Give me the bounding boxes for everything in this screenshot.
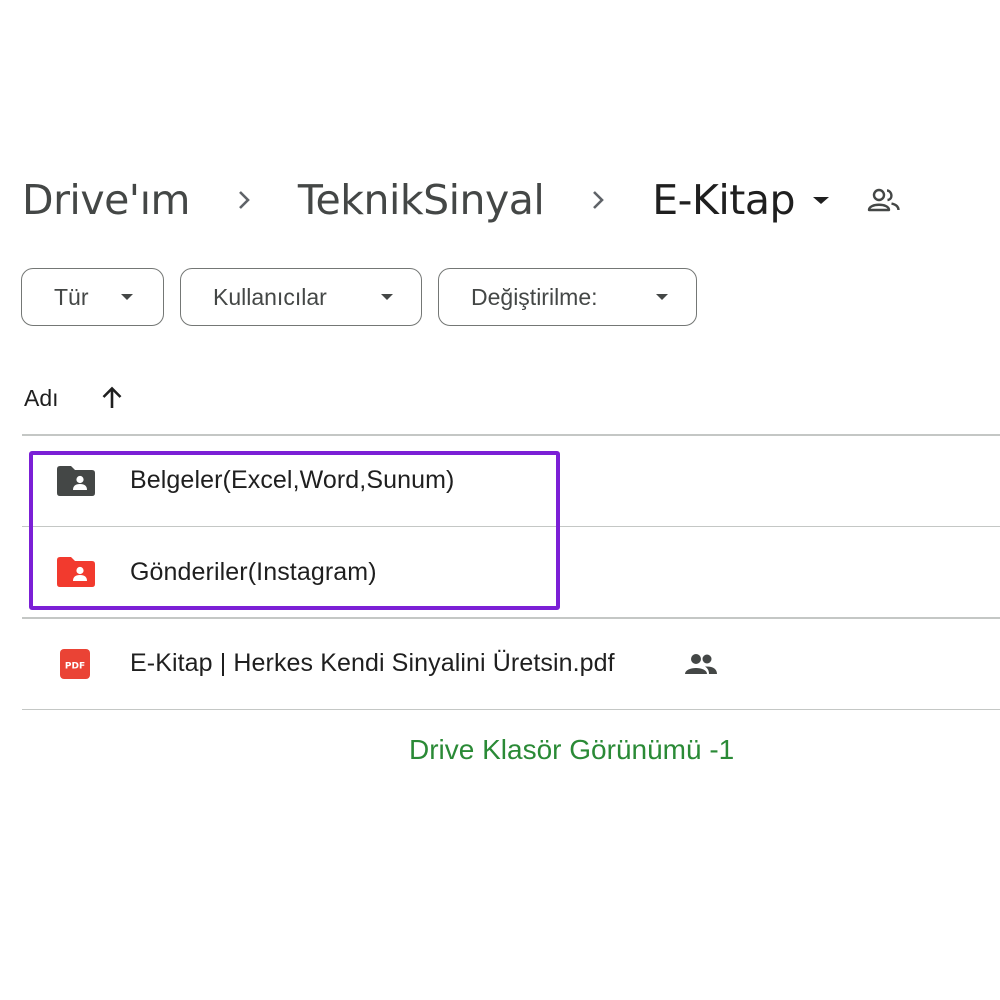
modified-filter-label: Değiştirilme: <box>471 283 598 310</box>
people-icon <box>684 652 718 676</box>
list-item[interactable]: Belgeler(Excel,Word,Sunum) <box>22 436 1000 526</box>
pdf-icon-text: PDF <box>65 661 85 671</box>
breadcrumb-current: E-Kitap <box>652 176 795 224</box>
pdf-icon: PDF <box>59 648 91 680</box>
filter-chips: Tür Kullanıcılar Değiştirilme: <box>21 268 697 326</box>
divider <box>22 708 1000 710</box>
breadcrumb: Drive'ım TeknikSinyal E-Kitap <box>22 172 901 228</box>
current-folder-menu[interactable]: E-Kitap <box>652 176 829 224</box>
people-filter-chip[interactable]: Kullanıcılar <box>180 268 422 326</box>
caption: Drive Klasör Görünümü -1 <box>409 734 735 765</box>
people-icon[interactable] <box>867 187 901 213</box>
file-list: Belgeler(Excel,Word,Sunum) Gönderiler(In… <box>22 434 1000 710</box>
list-header: Adı <box>24 378 125 418</box>
breadcrumb-item-my-drive[interactable]: Drive'ım <box>22 176 190 224</box>
breadcrumb-item-teknik-sinyal[interactable]: TeknikSinyal <box>298 176 545 224</box>
list-item[interactable]: Gönderiler(Instagram) <box>22 527 1000 617</box>
chevron-right-icon <box>190 189 298 211</box>
type-filter-chip[interactable]: Tür <box>21 268 164 326</box>
list-item[interactable]: PDF E-Kitap | Herkes Kendi Sinyalini Üre… <box>22 619 1000 709</box>
shared-folder-icon <box>56 556 96 588</box>
caret-down-icon <box>812 196 829 204</box>
caret-down-icon <box>656 294 668 300</box>
file-name: Gönderiler(Instagram) <box>130 557 377 586</box>
file-name: E-Kitap | Herkes Kendi Sinyalini Üretsin… <box>130 649 615 677</box>
caret-down-icon <box>381 294 393 300</box>
chevron-right-icon <box>544 189 652 211</box>
caret-down-icon <box>121 294 133 300</box>
arrow-up-icon[interactable] <box>99 385 125 411</box>
name-column-header[interactable]: Adı <box>24 385 59 412</box>
shared-folder-icon <box>56 465 96 497</box>
people-filter-label: Kullanıcılar <box>213 283 327 310</box>
type-filter-label: Tür <box>54 283 89 310</box>
file-name: Belgeler(Excel,Word,Sunum) <box>130 466 455 494</box>
modified-filter-chip[interactable]: Değiştirilme: <box>438 268 697 326</box>
